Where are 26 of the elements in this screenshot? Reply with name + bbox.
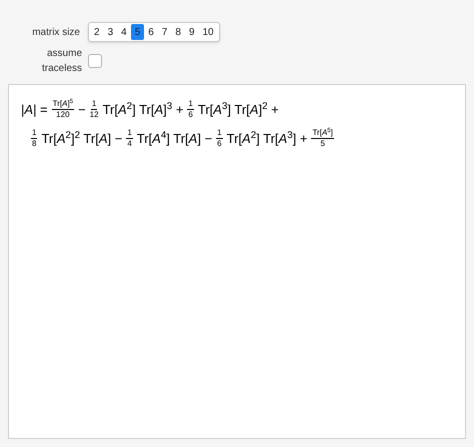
fraction: 1 4 [126,128,133,149]
formula-term: − [78,100,86,119]
formula-term: Tr[A$^{2}$]$^{2}$ Tr[A] − [41,128,122,148]
size-option-button[interactable]: 3 [104,24,118,40]
formula-term: |A| = [21,100,48,119]
control-label: matrix size [31,26,80,40]
traceless-checkbox[interactable] [88,54,102,68]
fraction: Tr[A$^{5}$] 5 [311,128,334,149]
size-option-button[interactable]: 7 [158,24,172,40]
formula-term: Tr[A$^{2}$] Tr[A]$^{3}$ + [102,100,184,119]
size-option-button[interactable]: 10 [198,24,218,40]
fraction: Tr[A]$^{5}$ 120 [52,99,74,120]
size-option-button[interactable]: 6 [144,24,158,40]
formula-term: Tr[A$^{2}$] Tr[A$^{3}$] + [226,128,308,148]
size-option-button[interactable]: 4 [117,24,131,40]
fraction: 1 6 [187,99,194,120]
control-label: assume traceless [40,47,82,76]
formula-term: Tr[A$^{3}$] Tr[A]$^{2}$ + [198,100,279,119]
formula-term: Tr[A$^{4}$] Tr[A] − [136,128,212,148]
size-option-button[interactable]: 9 [184,24,198,40]
fraction: 1 8 [31,128,38,149]
size-option-button[interactable]: 8 [171,24,185,40]
size-option-button[interactable]: 2 [90,24,104,40]
fraction: 1 6 [216,128,223,149]
size-option-button[interactable]: 5 [130,24,144,40]
fraction: 1 12 [90,99,99,120]
